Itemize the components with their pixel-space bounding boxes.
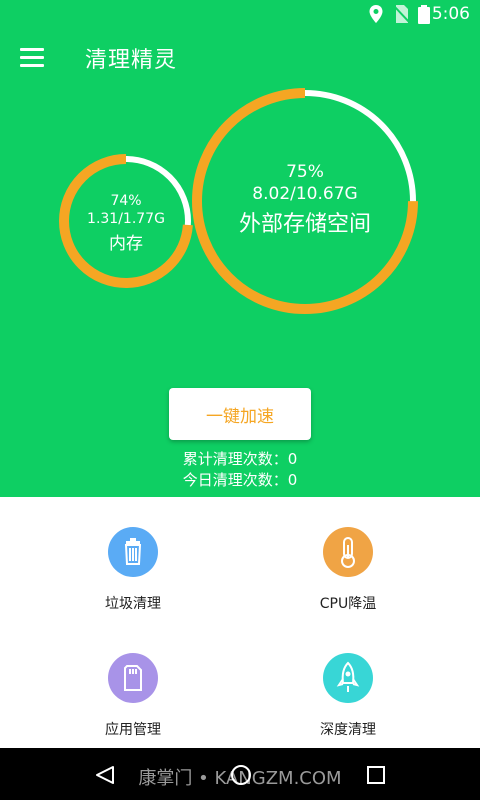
location-icon <box>369 5 383 23</box>
navigation-bar: 康掌门 • KANGZM.COM <box>0 748 480 800</box>
total-clean-count: 累计清理次数：0 <box>182 450 298 468</box>
rocket-icon <box>323 653 373 703</box>
sd-card-icon <box>108 653 158 703</box>
boost-button[interactable]: 一键加速 <box>169 388 311 440</box>
tool-deep-clean[interactable]: 深度清理 <box>268 653 428 739</box>
trash-icon <box>108 527 158 577</box>
memory-info: 74% 1.31/1.77G 内存 <box>66 193 186 254</box>
storage-percent: 75% <box>286 162 324 182</box>
tool-junk-clean[interactable]: 垃圾清理 <box>53 527 213 613</box>
recents-icon[interactable] <box>366 765 386 785</box>
memory-label: 内存 <box>109 234 143 254</box>
app-title: 清理精灵 <box>85 48 178 73</box>
storage-label: 外部存储空间 <box>238 212 371 237</box>
memory-percent: 74% <box>110 193 142 209</box>
memory-usage: 1.31/1.77G <box>87 211 165 227</box>
tool-label: CPU降温 <box>319 596 377 612</box>
tool-label: 垃圾清理 <box>105 596 161 612</box>
thermometer-icon <box>323 527 373 577</box>
tools-grid: 垃圾清理 CPU降温 应用管理 深度清理 <box>0 497 480 748</box>
tool-app-manager[interactable]: 应用管理 <box>53 653 213 739</box>
tool-label: 应用管理 <box>105 722 161 738</box>
storage-usage: 8.02/10.67G <box>252 184 358 204</box>
no-sim-icon <box>393 5 409 23</box>
hero-panel: 74% 1.31/1.77G 内存 75% 8.02/10.67G 外部存储空间… <box>0 88 480 497</box>
home-icon[interactable] <box>229 763 253 787</box>
app-bar: 清理精灵 <box>0 28 480 88</box>
status-bar: 5:06 <box>0 0 480 28</box>
back-icon[interactable] <box>94 765 116 785</box>
status-time: 5:06 <box>431 4 470 24</box>
tool-cpu-cooling[interactable]: CPU降温 <box>268 527 428 613</box>
storage-info: 75% 8.02/10.67G 外部存储空间 <box>205 162 405 238</box>
today-clean-count: 今日清理次数：0 <box>182 471 298 489</box>
menu-icon[interactable] <box>20 48 44 68</box>
tool-label: 深度清理 <box>320 722 376 738</box>
battery-icon <box>418 5 430 24</box>
